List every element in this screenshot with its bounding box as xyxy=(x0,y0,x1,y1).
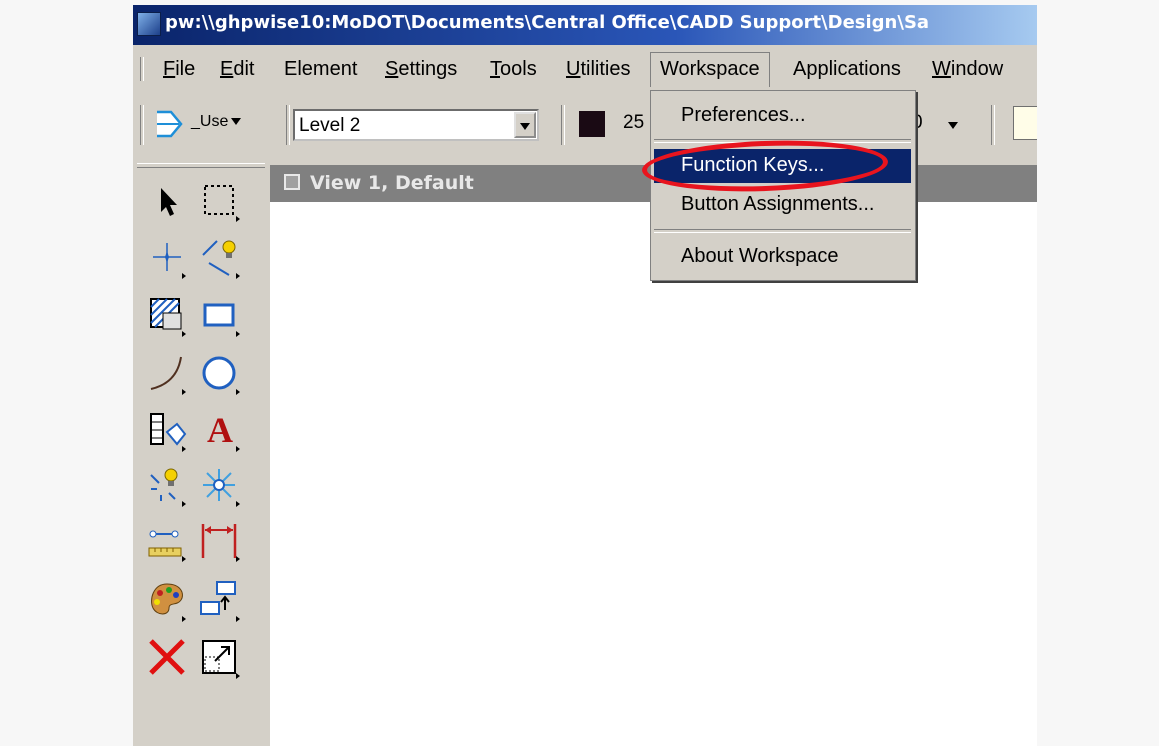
app-icon xyxy=(137,12,161,36)
menu-bar: File Edit Element Settings Tools Utiliti… xyxy=(133,50,1037,90)
level-combobox[interactable]: Level 2 xyxy=(293,109,539,141)
menubar-grip[interactable] xyxy=(140,57,144,81)
chevron-down-icon[interactable] xyxy=(948,122,958,129)
menu-settings[interactable]: Settings xyxy=(385,58,457,81)
svg-text:A: A xyxy=(207,410,233,450)
circle-icon[interactable] xyxy=(199,353,240,395)
level-dropdown-button[interactable] xyxy=(514,112,536,138)
menu-applications[interactable]: Applications xyxy=(793,58,901,81)
window-title: pw:\\ghpwise10:MoDOT\Documents\Central O… xyxy=(165,12,930,33)
menu-separator xyxy=(654,229,911,233)
toolbar-separator xyxy=(561,105,565,145)
toolbar-separator xyxy=(286,105,290,145)
menu-item-preferences[interactable]: Preferences... xyxy=(654,99,911,133)
window-icon[interactable] xyxy=(284,174,300,190)
fence-icon[interactable] xyxy=(199,180,240,222)
delete-icon[interactable] xyxy=(147,637,187,677)
snap-icon[interactable] xyxy=(199,465,240,507)
palette-icon[interactable] xyxy=(147,580,187,622)
measure-icon[interactable] xyxy=(147,520,187,562)
active-tool-icon[interactable] xyxy=(153,108,185,140)
chevron-down-icon xyxy=(231,118,242,126)
new-file-icon[interactable] xyxy=(1013,106,1037,140)
toolbar-separator xyxy=(991,105,995,145)
menu-element[interactable]: Element xyxy=(284,58,357,81)
title-bar[interactable]: pw:\\ghpwise10:MoDOT\Documents\Central O… xyxy=(133,5,1037,45)
menu-item-function-keys[interactable]: Function Keys... xyxy=(654,149,911,183)
color-value[interactable]: 25 xyxy=(623,112,644,134)
microstation-window: pw:\\ghpwise10:MoDOT\Documents\Central O… xyxy=(133,5,1037,746)
text-icon[interactable]: A xyxy=(199,410,240,452)
view-title: View 1, Default xyxy=(310,172,474,194)
color-swatch[interactable] xyxy=(579,111,605,137)
workspace-menu: Preferences... Function Keys... Button A… xyxy=(650,90,916,281)
point-icon[interactable] xyxy=(147,465,187,507)
chevron-down-icon xyxy=(520,123,530,130)
menu-separator xyxy=(654,139,911,143)
move-icon[interactable] xyxy=(199,580,240,622)
menu-edit[interactable]: Edit xyxy=(220,58,254,81)
menu-file[interactable]: File xyxy=(163,58,195,81)
patterning-icon[interactable] xyxy=(147,295,187,337)
menu-window[interactable]: Window xyxy=(932,58,1003,81)
smartline-icon[interactable] xyxy=(199,237,240,279)
arc-icon[interactable] xyxy=(147,353,187,395)
menu-item-about-workspace[interactable]: About Workspace xyxy=(654,240,911,274)
menu-utilities[interactable]: Utilities xyxy=(566,58,630,81)
user-dropdown[interactable]: _Use xyxy=(191,113,242,131)
dimension-icon[interactable] xyxy=(199,520,240,562)
level-value: Level 2 xyxy=(299,115,361,136)
menu-tools[interactable]: Tools xyxy=(490,58,537,81)
menu-workspace[interactable]: Workspace xyxy=(650,52,770,87)
toolbar-divider xyxy=(137,163,265,168)
scale-icon[interactable] xyxy=(199,637,240,679)
menu-item-button-assignments[interactable]: Button Assignments... xyxy=(654,188,911,222)
cell-icon[interactable] xyxy=(147,410,187,452)
rectangle-icon[interactable] xyxy=(199,295,240,337)
select-element-icon[interactable] xyxy=(147,180,187,220)
accudraw-icon[interactable] xyxy=(147,237,187,279)
toolbar-grip[interactable] xyxy=(140,105,144,145)
